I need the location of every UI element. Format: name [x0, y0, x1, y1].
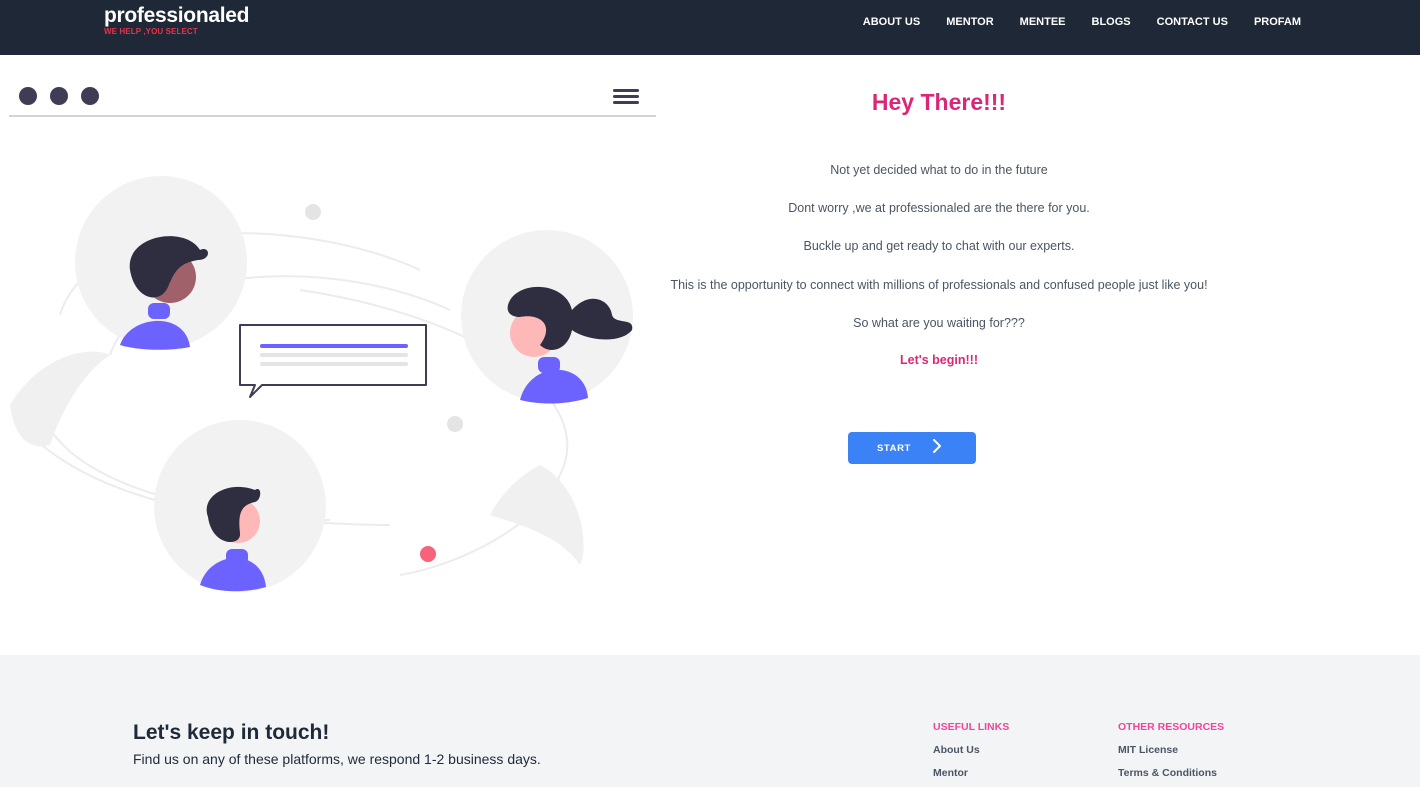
other-resources-column: OTHER RESOURCES MIT License Terms & Cond…: [1118, 721, 1224, 790]
avatar-man-2: [154, 420, 326, 592]
navbar: professionaled WE HELP ,YOU SELECT ABOUT…: [0, 0, 1420, 55]
leaf-left: [10, 351, 110, 447]
useful-links-column: USEFUL LINKS About Us Mentor: [933, 721, 1009, 790]
useful-links-heading: USEFUL LINKS: [933, 721, 1010, 733]
avatar-woman: [461, 230, 633, 404]
hero-title: Hey There!!!: [871, 89, 1007, 115]
footer-subtitle: Find us on any of these platforms, we re…: [133, 751, 541, 767]
start-button[interactable]: START: [848, 432, 976, 464]
nav-link-mentee[interactable]: MENTEE: [1020, 16, 1066, 28]
decor-dot: [447, 416, 463, 432]
footer-title: Let's keep in touch!: [133, 721, 330, 744]
nav-link-about-us[interactable]: ABOUT US: [863, 16, 920, 28]
footer: Let's keep in touch! Find us on any of t…: [0, 655, 1420, 787]
brand-tagline: WE HELP ,YOU SELECT: [104, 27, 198, 36]
window-dot-icon: [50, 87, 68, 105]
cta-text: Let's begin!!!: [900, 353, 978, 367]
decor-dot: [305, 204, 321, 220]
hero-line-4: This is the opportunity to connect with …: [670, 278, 1208, 292]
nav-link-contact-us[interactable]: CONTACT US: [1157, 16, 1228, 28]
hero-line-1: Not yet decided what to do in the future: [830, 163, 1048, 177]
nav-link-mentor[interactable]: MENTOR: [946, 16, 993, 28]
chat-illustration: [9, 87, 656, 592]
hero-illustration: [0, 55, 660, 655]
footer-link-terms[interactable]: Terms & Conditions: [1118, 767, 1224, 779]
nav-menu: ABOUT US MENTOR MENTEE BLOGS CONTACT US …: [837, 16, 1301, 28]
leaf-right: [490, 465, 584, 565]
footer-link-mentor[interactable]: Mentor: [933, 767, 1009, 779]
window-dot-icon: [19, 87, 37, 105]
avatar-man-1: [75, 176, 247, 350]
menu-icon: [613, 89, 639, 104]
hero-line-2: Dont worry ,we at professionaled are the…: [788, 201, 1090, 215]
window-dot-icon: [81, 87, 99, 105]
decor-dot-accent: [420, 546, 436, 562]
chevron-right-icon: [933, 439, 941, 453]
footer-link-about-us[interactable]: About Us: [933, 744, 1009, 756]
nav-link-profam[interactable]: PROFAM: [1254, 16, 1301, 28]
footer-link-mit-license[interactable]: MIT License: [1118, 744, 1224, 756]
hero-line-5: So what are you waiting for???: [853, 316, 1025, 330]
other-resources-heading: OTHER RESOURCES: [1118, 721, 1225, 733]
nav-link-blogs[interactable]: BLOGS: [1092, 16, 1131, 28]
start-button-label: START: [877, 443, 911, 454]
brand-logo[interactable]: professionaled WE HELP ,YOU SELECT: [104, 4, 249, 36]
hero-line-3: Buckle up and get ready to chat with our…: [803, 239, 1075, 253]
chat-bubble: [239, 324, 427, 398]
brand-name: professionaled: [104, 4, 250, 27]
